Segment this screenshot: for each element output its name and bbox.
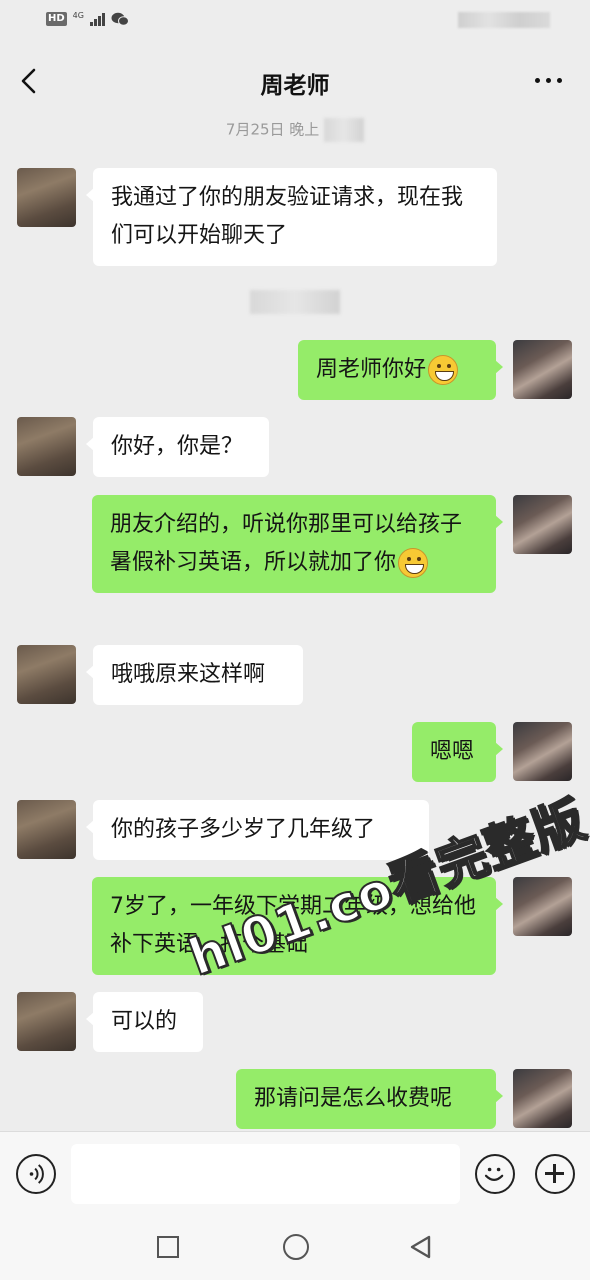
page-title: 周老师 [260, 73, 330, 99]
circle-icon[interactable] [283, 1234, 309, 1260]
voice-icon[interactable] [16, 1154, 56, 1194]
signal-icon [89, 12, 105, 26]
message-input[interactable] [71, 1144, 460, 1204]
plus-icon[interactable] [535, 1154, 575, 1194]
triangle-back-icon[interactable] [408, 1234, 434, 1260]
message-bubble-sent[interactable]: 朋友介绍的，听说你那里可以给孩子暑假补习英语，所以就加了你 [92, 495, 503, 593]
wechat-icon [111, 12, 129, 26]
avatar-self[interactable] [513, 877, 572, 936]
avatar-contact[interactable] [17, 800, 76, 859]
message-bubble-received[interactable]: 哦哦原来这样啊 [86, 645, 303, 705]
message-bubble-sent[interactable]: 那请问是怎么收费呢 [236, 1069, 503, 1129]
grin-emoji-icon [398, 548, 429, 578]
blurred-notice [250, 290, 340, 314]
grin-emoji-icon [428, 355, 459, 385]
avatar-contact[interactable] [17, 992, 76, 1051]
more-dots-icon [535, 78, 540, 83]
hd-icon: HD [46, 12, 67, 26]
avatar-contact[interactable] [17, 168, 76, 227]
message-bubble-sent[interactable]: 嗯嗯 [412, 722, 503, 782]
system-nav-bar [0, 1216, 590, 1280]
avatar-contact[interactable] [17, 417, 76, 476]
message-bubble-received[interactable]: 你好，你是？ [86, 417, 269, 477]
avatar-contact[interactable] [17, 645, 76, 704]
avatar-self[interactable] [513, 722, 572, 781]
more-button[interactable] [535, 78, 562, 83]
message-bubble-received[interactable]: 可以的 [86, 992, 203, 1052]
message-bubble-received[interactable]: 我通过了你的朋友验证请求，现在我们可以开始聊天了 [86, 168, 497, 266]
message-bubble-sent[interactable]: 周老师你好 [298, 340, 503, 400]
avatar-self[interactable] [513, 1069, 572, 1128]
status-bar: HD 4G [0, 0, 590, 46]
emoji-icon[interactable] [475, 1154, 515, 1194]
status-icons: HD 4G [46, 12, 129, 26]
input-bar [0, 1131, 590, 1216]
network-4g-icon: 4G [72, 11, 84, 20]
chat-header: 周老师 [0, 46, 590, 116]
avatar-self[interactable] [513, 340, 572, 399]
square-icon[interactable] [157, 1236, 179, 1258]
status-right-blurred [458, 12, 550, 28]
chat-timestamp: 7月25日 晚上 [0, 118, 590, 142]
avatar-self[interactable] [513, 495, 572, 554]
